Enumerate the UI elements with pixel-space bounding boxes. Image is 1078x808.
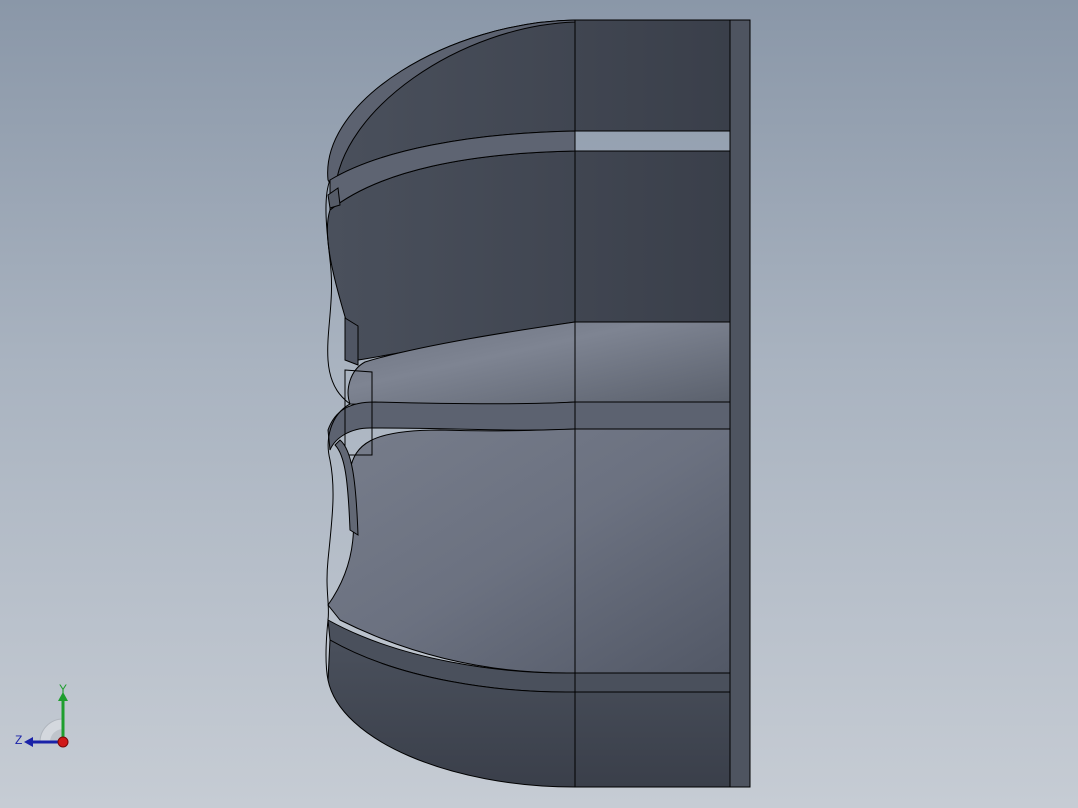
segment-4-face	[327, 428, 731, 674]
z-axis-arrow-icon	[24, 737, 33, 747]
rib-upper	[344, 317, 359, 366]
z-axis-label: Z	[15, 733, 22, 747]
coordinate-triad: Y Z	[15, 684, 69, 748]
rib-lower	[334, 439, 359, 536]
y-axis-label: Y	[59, 684, 67, 696]
x-axis-dot-icon	[57, 736, 69, 748]
back-plate	[729, 19, 751, 788]
graphics-viewport[interactable]: Y Z	[0, 0, 1078, 808]
3d-model-view[interactable]	[0, 0, 1078, 808]
